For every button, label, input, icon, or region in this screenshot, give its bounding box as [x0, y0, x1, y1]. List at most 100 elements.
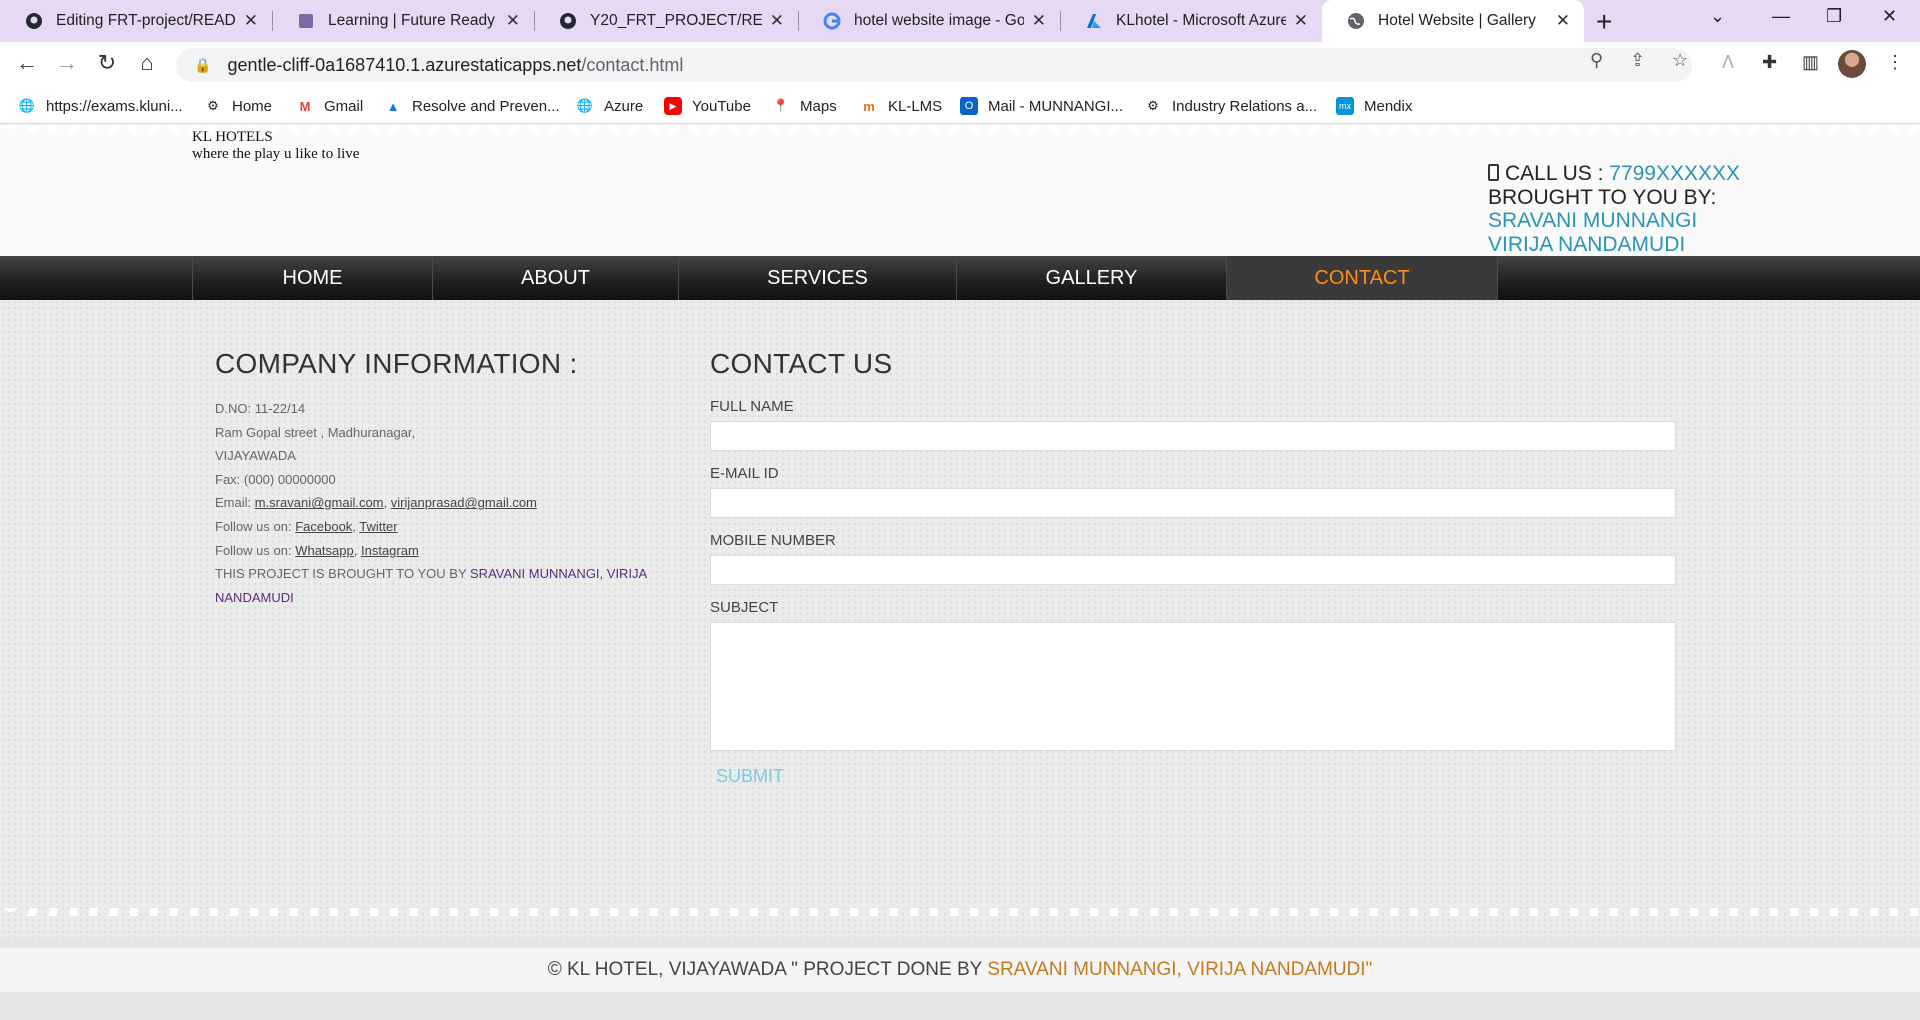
- footer-copyright: © KL HOTEL, VIJAYAWADA " PROJECT DONE BY: [547, 959, 988, 980]
- follow-label: Follow us on:: [215, 518, 296, 534]
- facebook-link[interactable]: Facebook: [295, 519, 352, 534]
- bookmark-item[interactable]: ⚙ Home: [204, 88, 272, 124]
- profile-avatar[interactable]: [1838, 50, 1866, 78]
- tab-close-icon[interactable]: ✕: [1032, 11, 1046, 31]
- bookmarks-bar: 🌐 https://exams.kluni... ⚙ Home M Gmail ▲ Re…: [0, 88, 1920, 124]
- email-link-1[interactable]: m.sravani@gmail.com: [255, 495, 384, 510]
- tab-close-icon[interactable]: ✕: [770, 11, 784, 31]
- tab-title: KLhotel - Microsoft Azure: [1116, 12, 1286, 29]
- submit-button[interactable]: SUBMIT: [716, 766, 784, 787]
- instagram-link[interactable]: Instagram: [361, 543, 419, 558]
- bookmark-item[interactable]: ▲ Resolve and Preven...: [384, 88, 560, 124]
- bookmark-label: Mail - MUNNANGI...: [988, 97, 1123, 115]
- email-link-2[interactable]: virijanprasad@gmail.com: [391, 495, 537, 510]
- bookmark-label: Mendix: [1364, 97, 1413, 115]
- nav-about[interactable]: ABOUT: [432, 256, 678, 300]
- back-icon[interactable]: ←: [12, 50, 42, 76]
- youtube-icon: ▶: [664, 97, 682, 115]
- bookmark-label: YouTube: [692, 97, 751, 115]
- home-icon[interactable]: ⌂: [132, 50, 162, 76]
- bookmark-item[interactable]: O Mail - MUNNANGI...: [960, 88, 1123, 124]
- main-nav: HOME ABOUT SERVICES GALLERY CONTACT: [0, 256, 1920, 300]
- nav-home[interactable]: HOME: [192, 256, 432, 300]
- extension-a-icon[interactable]: Λ: [1722, 52, 1734, 73]
- restore-icon[interactable]: ❐: [1826, 6, 1842, 27]
- menu-icon[interactable]: ⋮: [1886, 52, 1904, 73]
- bookmark-item[interactable]: ⚙ Industry Relations a...: [1144, 88, 1317, 124]
- outlook-icon: O: [960, 97, 978, 115]
- bookmark-label: KL-LMS: [888, 97, 943, 115]
- author-name-1: SRAVANI MUNNANGI: [1488, 209, 1698, 232]
- browser-tab-6[interactable]: Hotel Website | Gallery ✕: [1322, 0, 1584, 42]
- street-address: Ram Gopal street , Madhuranagar,: [215, 424, 416, 440]
- bookmark-star-icon[interactable]: ☆: [1672, 50, 1688, 71]
- nav-gallery[interactable]: GALLERY: [956, 256, 1226, 300]
- follow-line-1: Follow us on: Facebook, Twitter: [215, 518, 398, 534]
- side-panel-icon[interactable]: ▥: [1802, 52, 1819, 73]
- project-note: THIS PROJECT IS BROUGHT TO YOU BY SRAVAN…: [215, 562, 675, 609]
- whatsapp-link[interactable]: Whatsapp: [295, 543, 354, 558]
- lock-icon: 🔒: [194, 56, 212, 73]
- tab-close-icon[interactable]: ✕: [1556, 11, 1570, 31]
- city: VIJAYAWADA: [215, 448, 296, 464]
- header-wave: [0, 125, 1920, 133]
- bookmark-item[interactable]: 📍 Maps: [772, 88, 837, 124]
- email-line: Email: m.sravani@gmail.com, virijanprasa…: [215, 495, 537, 511]
- browser-tab-3[interactable]: Y20_FRT_PROJECT/READMI ✕: [534, 0, 798, 42]
- bookmark-item[interactable]: 🌐 Azure: [576, 88, 643, 124]
- url-host: gentle-cliff-0a1687410.1.azurestaticapps…: [227, 54, 582, 75]
- google-icon: [822, 11, 842, 31]
- globe-icon: 🌐: [18, 98, 36, 113]
- call-info: CALL US : 7799XXXXXX BROUGHT TO YOU BY: …: [1488, 162, 1740, 256]
- lms-icon: m: [863, 98, 875, 114]
- site-tagline: where the play u like to live: [192, 146, 360, 162]
- site-logo-name[interactable]: KL HOTELS: [192, 129, 273, 146]
- browser-tab-2[interactable]: Learning | Future Ready Tal ✕: [272, 0, 534, 42]
- future-ready-icon: [296, 11, 316, 31]
- email-input[interactable]: [710, 488, 1676, 518]
- mobile-number-input[interactable]: [710, 555, 1676, 585]
- globe-icon: 🌐: [576, 98, 594, 113]
- contact-us-title: CONTACT US: [710, 348, 893, 379]
- bookmark-label: https://exams.kluni...: [46, 97, 183, 115]
- browser-tab-1[interactable]: Editing FRT-project/READM ✕: [0, 0, 272, 42]
- zoom-icon[interactable]: ⚲: [1590, 50, 1603, 71]
- tab-title: hotel website image - Goog: [854, 12, 1024, 29]
- footer-text: © KL HOTEL, VIJAYAWADA " PROJECT DONE BY…: [0, 948, 1920, 992]
- author-name-2: VIRIJA NANDAMUDI: [1488, 232, 1686, 256]
- gmail-icon: M: [299, 98, 311, 114]
- tab-close-icon[interactable]: ✕: [244, 11, 258, 31]
- bookmark-item[interactable]: M Gmail: [296, 88, 364, 124]
- brought-by-label: BROUGHT TO YOU BY:: [1488, 185, 1717, 209]
- twitter-link[interactable]: Twitter: [359, 519, 397, 534]
- tab-title: Hotel Website | Gallery: [1378, 12, 1536, 29]
- full-name-label: FULL NAME: [710, 398, 794, 415]
- new-tab-icon[interactable]: +: [1596, 6, 1612, 38]
- tab-search-icon[interactable]: ⌄: [1710, 6, 1725, 27]
- bookmark-item[interactable]: 🌐 https://exams.kluni...: [18, 88, 183, 124]
- tab-close-icon[interactable]: ✕: [1294, 11, 1308, 31]
- browser-tab-4[interactable]: hotel website image - Goog ✕: [798, 0, 1060, 42]
- bookmark-item[interactable]: m KL-LMS: [860, 88, 942, 124]
- address-bar[interactable]: 🔒 gentle-cliff-0a1687410.1.azurestaticap…: [176, 48, 1692, 82]
- tab-close-icon[interactable]: ✕: [506, 11, 520, 31]
- bookmark-item[interactable]: ▶ YouTube: [664, 88, 751, 124]
- project-note-text: THIS PROJECT IS BROUGHT TO YOU BY: [215, 566, 471, 582]
- nav-services[interactable]: SERVICES: [678, 256, 956, 300]
- shield-icon: ▲: [386, 98, 400, 114]
- subject-textarea[interactable]: [710, 622, 1676, 751]
- site-header: KL HOTELS where the play u like to live …: [0, 125, 1920, 256]
- share-icon[interactable]: ⇪: [1630, 50, 1645, 71]
- extensions-puzzle-icon[interactable]: ✚: [1762, 52, 1777, 73]
- bookmark-item[interactable]: mx Mendix: [1336, 88, 1412, 124]
- close-window-icon[interactable]: ✕: [1882, 6, 1897, 27]
- tab-title: Y20_FRT_PROJECT/READMI: [590, 12, 762, 29]
- full-name-input[interactable]: [710, 421, 1676, 451]
- minimize-icon[interactable]: —: [1772, 6, 1790, 27]
- nav-contact[interactable]: CONTACT: [1226, 256, 1498, 300]
- footer-authors: SRAVANI MUNNANGI, VIRIJA NANDAMUDI": [987, 959, 1373, 980]
- reload-icon[interactable]: ↻: [92, 50, 122, 76]
- globe-icon: [1346, 11, 1366, 31]
- browser-tab-5[interactable]: KLhotel - Microsoft Azure ✕: [1060, 0, 1322, 42]
- forward-icon[interactable]: →: [52, 50, 82, 76]
